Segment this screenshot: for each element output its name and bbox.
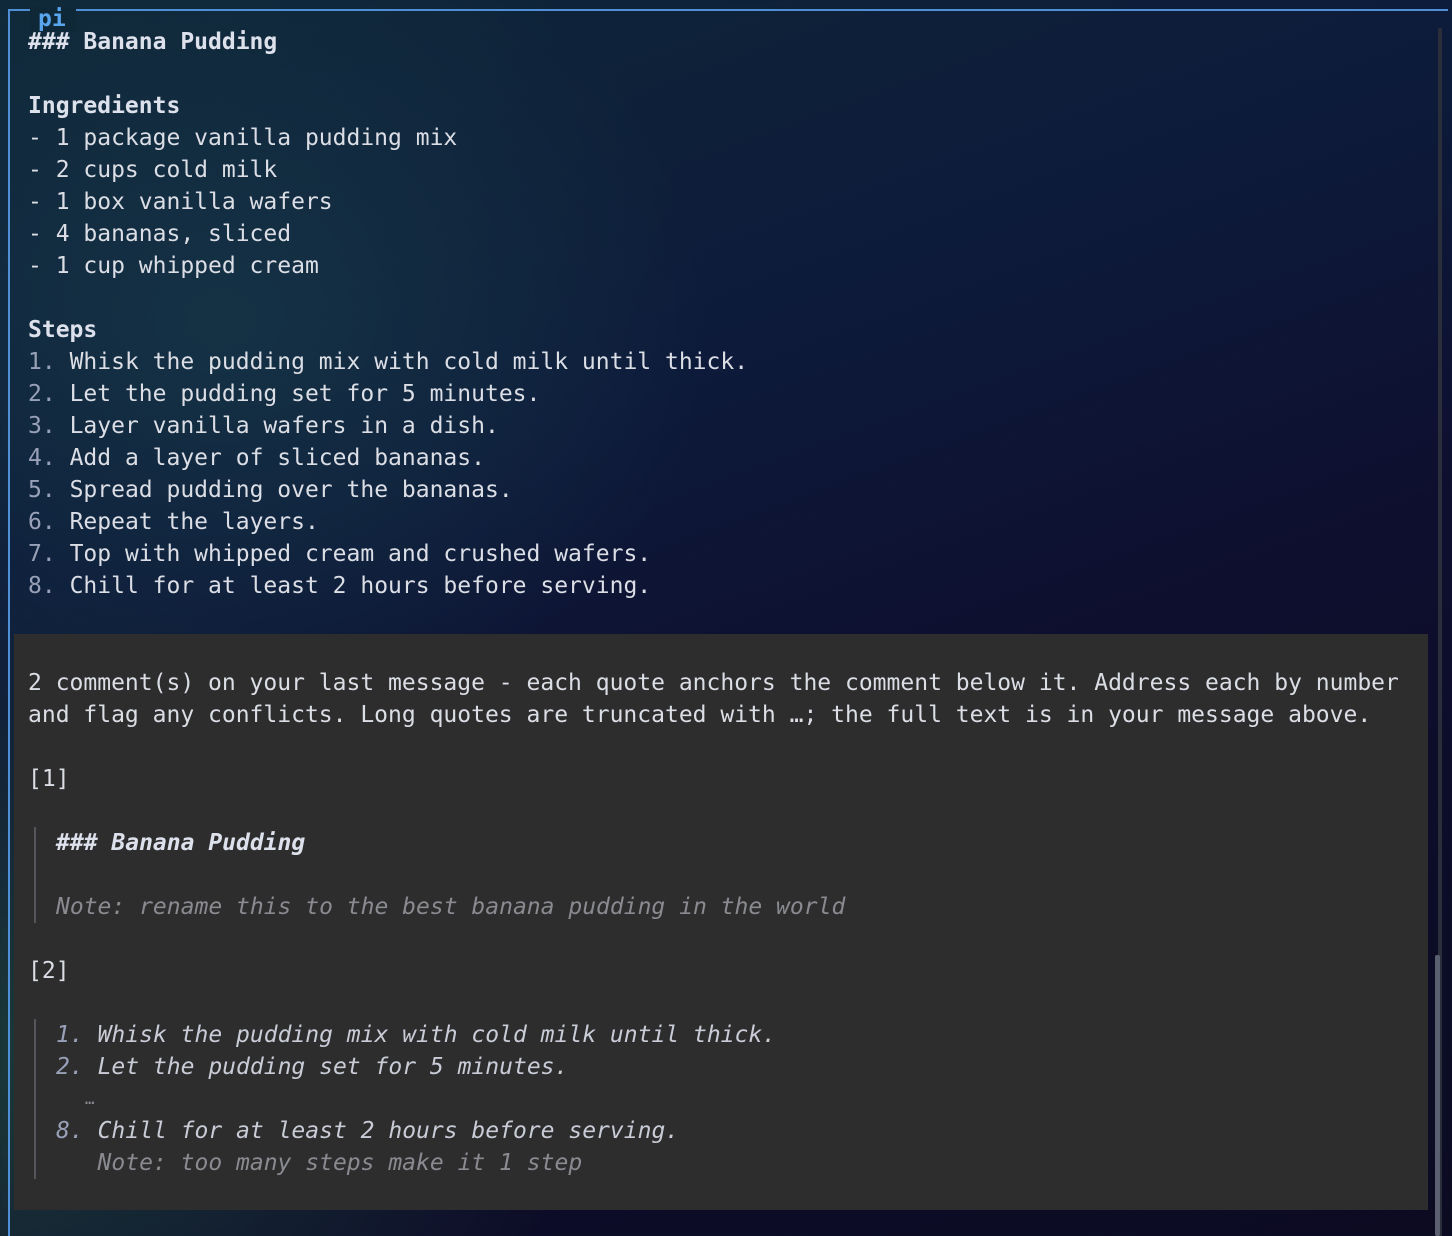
recipe-heading: ### Banana Pudding [28, 29, 278, 55]
ingredient-item: - 2 cups cold milk [28, 157, 278, 183]
step-item: 8. Chill for at least 2 hours before ser… [28, 570, 1428, 602]
step-text: Let the pudding set for 5 minutes. [69, 381, 541, 407]
ingredient-item: - 1 cup whipped cream [28, 253, 319, 279]
step-number: 2. [28, 381, 56, 407]
quoted-step: 1. Whisk the pudding mix with cold milk … [56, 1019, 1423, 1051]
comment-label: [1] [28, 766, 70, 792]
step-item: 1. Whisk the pudding mix with cold milk … [28, 346, 1428, 378]
step-text: Let the pudding set for 5 minutes. [97, 1054, 569, 1080]
step-text: Repeat the layers. [69, 509, 319, 535]
step-text: Add a layer of sliced bananas. [69, 445, 485, 471]
comments-panel: 2 comment(s) on your last message - each… [14, 634, 1428, 1210]
step-number: 1. [56, 1022, 84, 1048]
assistant-message: ### Banana Pudding Ingredients - 1 packa… [28, 26, 1428, 602]
ingredient-item: - 4 bananas, sliced [28, 221, 292, 247]
steps-title: Steps [28, 317, 98, 343]
comment-quote: ### Banana Pudding Note: rename this to … [34, 827, 1423, 923]
step-number: 1. [28, 349, 56, 375]
step-item: 4. Add a layer of sliced bananas. [28, 442, 1428, 474]
step-text: Spread pudding over the bananas. [69, 477, 513, 503]
step-number: 8. [28, 573, 56, 599]
quoted-step: 2. Let the pudding set for 5 minutes. [56, 1051, 1423, 1083]
step-text: Whisk the pudding mix with cold milk unt… [97, 1022, 777, 1048]
comment-note: Note: rename this to the best banana pud… [56, 894, 846, 920]
comment-label: [2] [28, 958, 70, 984]
window-title: pi [30, 7, 76, 31]
step-text: Top with whipped cream and crushed wafer… [69, 541, 652, 567]
step-item: 3. Layer vanilla wafers in a dish. [28, 410, 1428, 442]
step-number: 5. [28, 477, 56, 503]
comments-intro: and flag any conflicts. Long quotes are … [28, 702, 1372, 728]
step-number: 3. [28, 413, 56, 439]
step-item: 2. Let the pudding set for 5 minutes. [28, 378, 1428, 410]
step-number: 4. [28, 445, 56, 471]
step-item: 6. Repeat the layers. [28, 506, 1428, 538]
step-text: Layer vanilla wafers in a dish. [69, 413, 499, 439]
comments-intro: 2 comment(s) on your last message - each… [28, 670, 1399, 696]
step-number: 8. [56, 1118, 84, 1144]
truncation-ellipsis: … [84, 1089, 95, 1108]
step-text: Whisk the pudding mix with cold milk unt… [69, 349, 749, 375]
quoted-heading: ### Banana Pudding [56, 830, 306, 856]
ingredients-title: Ingredients [28, 93, 181, 119]
ingredient-item: - 1 package vanilla pudding mix [28, 125, 458, 151]
scrollbar-thumb[interactable] [1435, 955, 1440, 1236]
quoted-step: 8. Chill for at least 2 hours before ser… [56, 1115, 1423, 1147]
step-number: 7. [28, 541, 56, 567]
step-item: 5. Spread pudding over the bananas. [28, 474, 1428, 506]
comment-quote: 1. Whisk the pudding mix with cold milk … [34, 1019, 1423, 1179]
step-number: 6. [28, 509, 56, 535]
step-number: 2. [56, 1054, 84, 1080]
step-item: 7. Top with whipped cream and crushed wa… [28, 538, 1428, 570]
step-text: Chill for at least 2 hours before servin… [69, 573, 652, 599]
comment-note: Note: too many steps make it 1 step [97, 1150, 583, 1176]
ingredient-item: - 1 box vanilla wafers [28, 189, 333, 215]
step-text: Chill for at least 2 hours before servin… [97, 1118, 680, 1144]
